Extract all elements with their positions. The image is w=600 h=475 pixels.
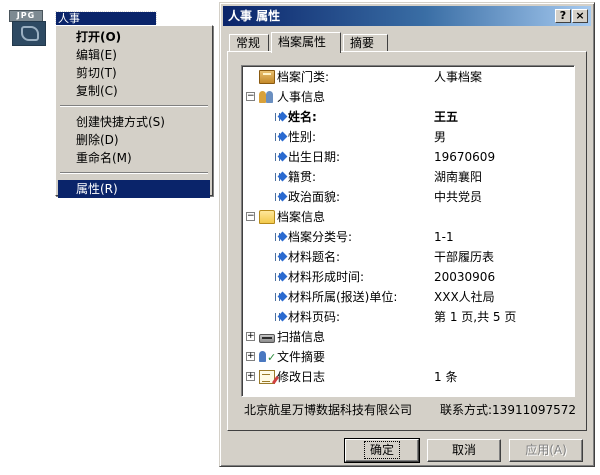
menu-separator [60,105,208,107]
field-label-gender: 性别: [288,130,317,144]
tree-row-field[interactable]: 籍贯: 湖南襄阳 [242,167,574,187]
menu-item-create-shortcut[interactable]: 创建快捷方式(S) [58,113,210,131]
properties-dialog: 人事 属性 ? × 常规 档案属性 摘要 档案门类: 人事档案 − 人事信息 姓… [219,2,595,467]
scanner-icon [259,334,275,343]
menu-item-edit[interactable]: 编辑(E) [58,46,210,64]
tree-row-field[interactable]: 材料所属(报送)单位: XXX人社局 [242,287,574,307]
menu-item-properties[interactable]: 属性(R) [58,180,210,198]
field-value-material-title: 干部履历表 [434,250,495,264]
field-icon [275,192,285,202]
field-label-formation-time: 材料形成时间: [288,270,365,284]
field-icon [275,312,285,322]
jpg-file-icon[interactable]: JPG [8,10,50,46]
field-label-submitting-unit: 材料所属(报送)单位: [288,290,398,304]
menu-item-open[interactable]: 打开(O) [58,28,210,46]
archive-icon [259,70,275,84]
tree-row-field[interactable]: 档案分类号: 1-1 [242,227,574,247]
image-thumbnail-icon [12,21,46,46]
help-button[interactable]: ? [555,9,571,23]
tab-general[interactable]: 常规 [229,34,269,52]
expand-toggle[interactable]: + [246,332,255,341]
archive-category-label: 档案门类: [277,70,330,84]
field-icon [275,152,285,162]
modify-log-group-label: 修改日志 [277,370,326,384]
tree-row-field[interactable]: 材料形成时间: 20030906 [242,267,574,287]
expand-toggle[interactable]: + [246,352,255,361]
field-value-name: 王五 [434,110,459,124]
tree-group-modify-log[interactable]: + 修改日志 1 条 [242,367,574,387]
menu-item-cut[interactable]: 剪切(T) [58,64,210,82]
tree-group-archive-info[interactable]: − 档案信息 [242,207,574,227]
personnel-group-label: 人事信息 [277,90,326,104]
tree-row-field[interactable]: 性别: 男 [242,127,574,147]
tree-row-field[interactable]: 出生日期: 19670609 [242,147,574,167]
company-name: 北京航星万博数据科技有限公司 [244,403,413,417]
field-icon [275,272,285,282]
context-menu: 打开(O) 编辑(E) 剪切(T) 复制(C) 创建快捷方式(S) 删除(D) … [55,25,213,198]
ok-button[interactable]: 确定 [344,438,420,463]
field-icon [275,252,285,262]
tab-summary[interactable]: 摘要 [343,34,388,52]
edit-log-icon [259,370,275,384]
field-icon [275,172,285,182]
collapse-toggle[interactable]: − [246,92,255,101]
menu-item-rename[interactable]: 重命名(M) [58,149,210,167]
archive-info-group-label: 档案信息 [277,210,326,224]
field-icon [275,292,285,302]
title-bar[interactable]: 人事 属性 ? × [223,6,591,26]
field-value-formation-time: 20030906 [434,270,496,284]
tab-panel: 档案门类: 人事档案 − 人事信息 姓名: 王五 性别: 男 出生日期: 196… [227,51,587,431]
field-value-birthdate: 19670609 [434,150,496,164]
field-label-political-status: 政治面貌: [288,190,341,204]
field-value-page-number: 第 1 页,共 5 页 [434,310,517,324]
properties-tree[interactable]: 档案门类: 人事档案 − 人事信息 姓名: 王五 性别: 男 出生日期: 196… [241,65,575,397]
close-button[interactable]: × [572,9,588,23]
field-label-material-title: 材料题名: [288,250,341,264]
tree-row-field[interactable]: 材料页码: 第 1 页,共 5 页 [242,307,574,327]
field-label-birthdate: 出生日期: [288,150,341,164]
file-name-label[interactable]: 人事 [55,11,157,26]
field-label-page-number: 材料页码: [288,310,341,324]
ok-button-label: 确定 [363,441,401,459]
tree-group-personnel[interactable]: − 人事信息 [242,87,574,107]
tab-archive-properties[interactable]: 档案属性 [271,32,341,53]
tree-row-field[interactable]: 材料题名: 干部履历表 [242,247,574,267]
collapse-toggle[interactable]: − [246,212,255,221]
field-label-name: 姓名: [288,110,317,124]
field-icon [275,112,285,122]
expand-toggle[interactable]: + [246,372,255,381]
menu-item-delete[interactable]: 删除(D) [58,131,210,149]
file-summary-group-label: 文件摘要 [277,350,326,364]
menu-item-copy[interactable]: 复制(C) [58,82,210,100]
scan-info-group-label: 扫描信息 [277,330,326,344]
window-title: 人事 属性 [228,9,281,23]
tree-row-field[interactable]: 姓名: 王五 [242,107,574,127]
people-icon [259,90,275,104]
field-value-classification: 1-1 [434,230,454,244]
field-value-gender: 男 [434,130,447,144]
tree-row-field[interactable]: 政治面貌: 中共党员 [242,187,574,207]
modify-log-count: 1 条 [434,370,458,384]
archive-category-value: 人事档案 [434,70,483,84]
contact-info: 联系方式:13911097572 [440,403,577,417]
field-icon [275,132,285,142]
field-icon [275,232,285,242]
cancel-button[interactable]: 取消 [427,439,501,462]
tree-group-file-summary[interactable]: + 文件摘要 [242,347,574,368]
apply-button[interactable]: 应用(A) [509,439,583,462]
field-label-classification: 档案分类号: [288,230,353,244]
field-label-native-place: 籍贯: [288,170,317,184]
tree-group-scan-info[interactable]: + 扫描信息 [242,327,574,347]
user-check-icon [259,348,276,368]
field-value-submitting-unit: XXX人社局 [434,290,495,304]
menu-separator [60,172,208,174]
tree-row-archive-category[interactable]: 档案门类: 人事档案 [242,67,574,87]
folder-icon [259,210,275,224]
field-value-native-place: 湖南襄阳 [434,170,483,184]
field-value-political-status: 中共党员 [434,190,483,204]
